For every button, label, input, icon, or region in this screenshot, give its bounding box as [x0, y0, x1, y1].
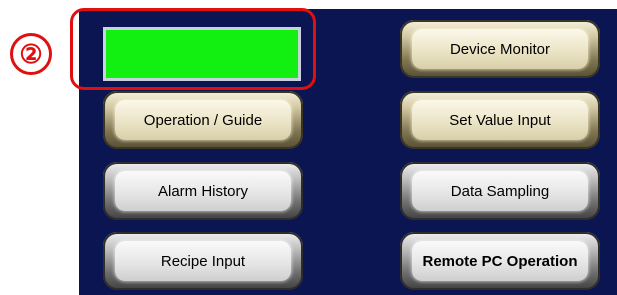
set-value-input-button[interactable]: Set Value Input: [400, 91, 600, 149]
alarm-history-label: Alarm History: [157, 182, 248, 200]
data-sampling-button[interactable]: Data Sampling: [400, 162, 600, 220]
device-monitor-label: Device Monitor: [449, 40, 551, 58]
alarm-history-button[interactable]: Alarm History: [103, 162, 303, 220]
recipe-input-label: Recipe Input: [160, 252, 246, 270]
recipe-input-button[interactable]: Recipe Input: [103, 232, 303, 290]
status-indicator: [103, 27, 301, 81]
remote-pc-operation-button[interactable]: Remote PC Operation: [400, 232, 600, 290]
data-sampling-label: Data Sampling: [450, 182, 550, 200]
callout-number-badge: ②: [10, 33, 52, 75]
remote-pc-operation-label: Remote PC Operation: [422, 252, 578, 270]
operation-guide-button[interactable]: Operation / Guide: [103, 91, 303, 149]
operation-guide-label: Operation / Guide: [143, 111, 263, 129]
set-value-input-label: Set Value Input: [449, 111, 551, 129]
device-monitor-button[interactable]: Device Monitor: [400, 20, 600, 78]
